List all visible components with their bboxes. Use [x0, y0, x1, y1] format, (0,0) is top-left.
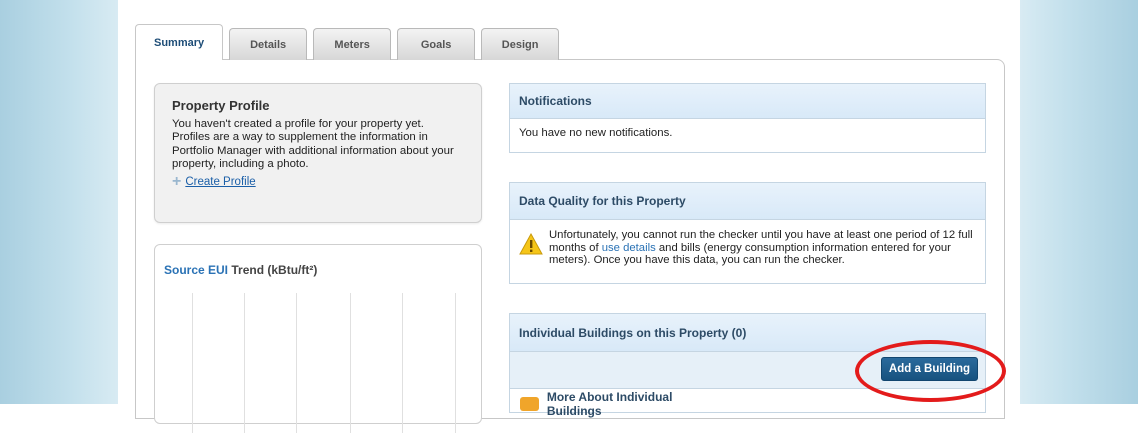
source-eui-link[interactable]: Source EUI — [164, 263, 228, 277]
right-background-gradient — [1020, 0, 1138, 404]
create-profile-row: + Create Profile — [172, 172, 464, 190]
use-details-link[interactable]: use details — [602, 242, 656, 254]
property-tabs: Summary Details Meters Goals Design — [135, 24, 565, 60]
data-quality-text: Unfortunately, you cannot run the checke… — [549, 229, 973, 267]
chart-gridline — [402, 293, 403, 433]
plus-icon: + — [172, 172, 182, 190]
tab-design[interactable]: Design — [481, 28, 560, 60]
tab-details[interactable]: Details — [229, 28, 308, 60]
chart-gridline — [455, 293, 456, 433]
create-profile-link[interactable]: Create Profile — [185, 176, 255, 188]
chart-gridline — [350, 293, 351, 433]
property-profile-title: Property Profile — [172, 98, 270, 113]
more-about-buildings-row: More About Individual Buildings — [520, 390, 720, 418]
warning-icon — [519, 233, 543, 255]
source-eui-trend-units: Trend (kBtu/ft²) — [228, 263, 318, 277]
highlight-circle — [855, 340, 1006, 402]
data-quality-body: Unfortunately, you cannot run the checke… — [510, 220, 985, 275]
chart-gridline — [244, 293, 245, 433]
chart-gridline — [192, 293, 193, 433]
tab-goals[interactable]: Goals — [397, 28, 476, 60]
source-eui-trend-title: Source EUI Trend (kBtu/ft²) — [164, 263, 317, 277]
notifications-message: You have no new notifications. — [519, 127, 673, 139]
data-quality-header: Data Quality for this Property — [510, 183, 985, 220]
property-profile-box: Property Profile You haven't created a p… — [154, 83, 482, 223]
more-about-buildings-label[interactable]: More About Individual Buildings — [547, 390, 720, 418]
tab-meters[interactable]: Meters — [313, 28, 392, 60]
left-background-gradient — [0, 0, 118, 404]
notifications-header: Notifications — [510, 84, 985, 119]
source-eui-trend-box: Source EUI Trend (kBtu/ft²) — [154, 244, 482, 433]
property-profile-text: You haven't created a profile for your p… — [172, 118, 454, 171]
notifications-card: Notifications You have no new notificati… — [509, 83, 986, 153]
info-icon — [520, 397, 539, 411]
data-quality-card: Data Quality for this Property Unfortuna… — [509, 182, 986, 284]
chart-gridline — [296, 293, 297, 433]
tab-summary[interactable]: Summary — [135, 24, 224, 60]
